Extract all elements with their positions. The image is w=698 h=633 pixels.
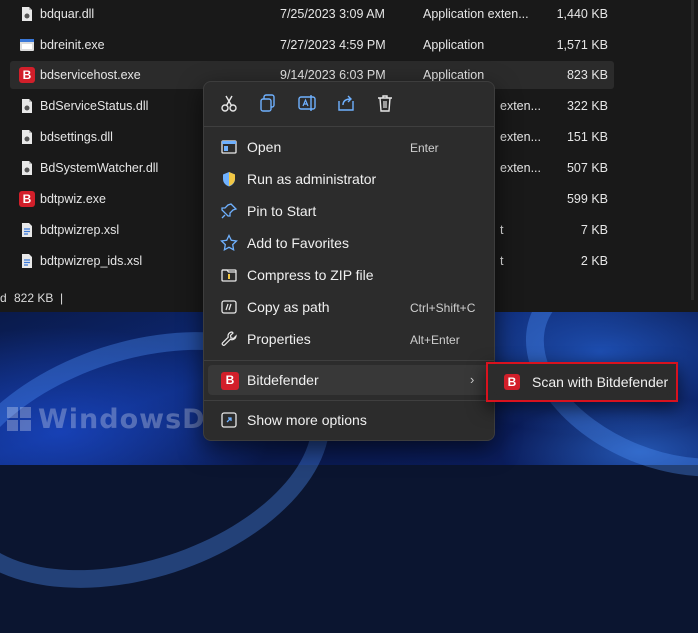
share-icon[interactable] [335, 92, 357, 114]
file-name: bdtpwizrep_ids.xsl [40, 254, 143, 268]
file-name: bdreinit.exe [40, 38, 105, 52]
file-name: bdtpwiz.exe [40, 192, 107, 206]
file-date: 9/14/2023 6:03 PM [280, 68, 386, 82]
menu-item-show-more-options[interactable]: Show more options [208, 405, 490, 435]
file-type: Application [423, 38, 485, 52]
file-type: Application exten... [423, 7, 529, 21]
menu-item-bitdefender[interactable]: B Bitdefender › [208, 365, 490, 395]
submenu-item-label: Scan with Bitdefender [532, 374, 669, 390]
menu-divider [204, 360, 494, 361]
status-selected-size: 822 KB [14, 291, 54, 305]
file-row[interactable]: bdreinit.exe 7/27/2023 4:59 PM Applicati… [10, 31, 614, 59]
menu-item-label: Compress to ZIP file [247, 267, 374, 283]
scrollbar[interactable] [691, 0, 694, 300]
pin-icon [221, 203, 238, 219]
more-options-icon [221, 412, 237, 428]
bitdefender-submenu: B Scan with Bitdefender [486, 362, 678, 402]
menu-item-shortcut: Alt+Enter [410, 333, 460, 347]
open-icon [221, 140, 237, 154]
menu-item-label: Run as administrator [247, 171, 377, 187]
file-size: 7 KB [580, 223, 608, 237]
menu-item-label: Add to Favorites [247, 235, 349, 251]
file-date: 7/27/2023 4:59 PM [280, 38, 386, 52]
menu-item-label: Copy as path [247, 299, 330, 315]
file-size: 151 KB [566, 130, 608, 144]
dll-icon [22, 7, 32, 21]
bitdefender-icon: B [19, 67, 35, 83]
chevron-right-icon: › [470, 372, 475, 387]
copy-icon[interactable] [257, 92, 279, 114]
file-date: 7/25/2023 3:09 AM [280, 7, 385, 21]
menu-item-open[interactable]: Open Enter [208, 132, 490, 162]
dll-icon [22, 99, 32, 113]
zip-icon [221, 269, 237, 282]
bitdefender-icon: B [19, 191, 35, 207]
menu-item-shortcut: Ctrl+Shift+C [410, 301, 476, 315]
watermark-logo-icon [7, 407, 31, 431]
delete-icon[interactable] [374, 92, 396, 114]
status-left: d [0, 291, 7, 305]
xsl-icon [22, 254, 32, 268]
shield-icon [223, 172, 235, 187]
file-name: bdtpwizrep.xsl [40, 223, 120, 237]
file-size: 599 KB [566, 192, 608, 206]
file-size: 823 KB [566, 68, 608, 82]
rename-icon[interactable] [296, 92, 318, 114]
status-separator: | [60, 291, 64, 305]
file-name: BdServiceStatus.dll [40, 99, 149, 113]
menu-item-pin-to-start[interactable]: Pin to Start [208, 196, 490, 226]
menu-item-label: Bitdefender [247, 372, 319, 388]
file-size: 1,440 KB [556, 7, 608, 21]
file-name: bdservicehost.exe [40, 68, 141, 82]
menu-item-copy-as-path[interactable]: Copy as path Ctrl+Shift+C [208, 292, 490, 322]
file-size: 322 KB [566, 99, 608, 113]
dll-icon [22, 130, 32, 144]
dll-icon [22, 161, 32, 175]
bitdefender-icon: B [221, 372, 239, 390]
menu-item-shortcut: Enter [410, 141, 439, 155]
menu-item-add-to-favorites[interactable]: Add to Favorites [208, 228, 490, 258]
star-icon [220, 234, 238, 252]
menu-divider [204, 126, 494, 127]
menu-item-label: Show more options [247, 412, 367, 428]
file-row[interactable]: bdquar.dll 7/25/2023 3:09 AM Application… [10, 0, 614, 28]
menu-item-compress-zip[interactable]: Compress to ZIP file [208, 260, 490, 290]
menu-divider [204, 400, 494, 401]
bitdefender-icon: B [504, 374, 520, 390]
file-name: BdSystemWatcher.dll [40, 161, 159, 175]
menu-item-label: Pin to Start [247, 203, 317, 219]
file-size: 2 KB [580, 254, 608, 268]
file-size: 507 KB [566, 161, 608, 175]
scan-with-bitdefender-item[interactable]: B Scan with Bitdefender [494, 369, 670, 395]
context-menu: Open Enter Run as administrator Pin to S… [203, 81, 495, 441]
file-name: bdsettings.dll [40, 130, 113, 144]
path-icon [221, 300, 237, 314]
cut-icon[interactable] [218, 92, 240, 114]
file-type: Application [423, 68, 485, 82]
menu-item-run-as-admin[interactable]: Run as administrator [208, 164, 490, 194]
menu-item-label: Properties [247, 331, 311, 347]
file-name: bdquar.dll [40, 7, 95, 21]
xsl-icon [22, 223, 32, 237]
wrench-icon [221, 331, 237, 346]
menu-item-label: Open [247, 139, 282, 155]
menu-item-properties[interactable]: Properties Alt+Enter [208, 324, 490, 354]
file-size: 1,571 KB [556, 38, 608, 52]
exe-icon [20, 39, 34, 51]
